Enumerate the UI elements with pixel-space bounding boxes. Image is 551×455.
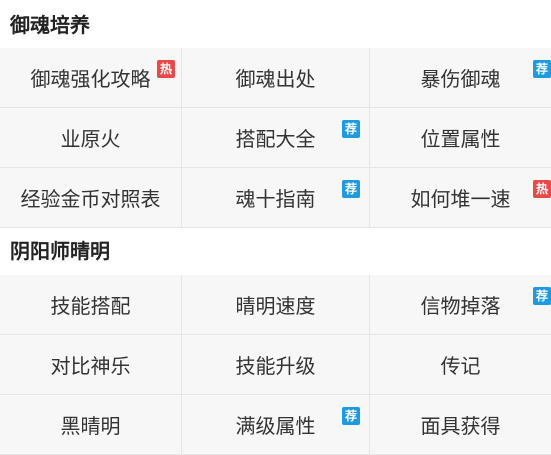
guide-grid-yuhun: 御魂强化攻略热御魂出处 暴伤御魂荐业原火 搭配大全荐位置属性 经验金币对照表 魂十指南荐…	[0, 48, 551, 228]
guide-link-label: 对比神乐	[50, 354, 131, 378]
guide-link[interactable]: 搭配大全 荐	[182, 108, 370, 168]
guide-link-label: 搭配大全	[235, 127, 316, 151]
guide-link[interactable]: 黑晴明	[0, 395, 182, 455]
guide-link-label: 信物掉落	[420, 294, 501, 318]
guide-link-label: 晴明速度	[235, 294, 316, 318]
guide-link-label: 传记	[440, 354, 481, 378]
guide-link[interactable]: 晴明速度	[182, 275, 370, 335]
guide-link-label: 满级属性	[235, 414, 316, 438]
guide-link[interactable]: 位置属性	[370, 108, 551, 168]
guide-link[interactable]: 技能升级	[182, 335, 370, 395]
guide-link[interactable]: 面具获得	[370, 395, 551, 455]
guide-link-label: 技能搭配	[50, 294, 131, 318]
guide-link[interactable]: 经验金币对照表	[0, 168, 182, 228]
guide-link[interactable]: 业原火	[0, 108, 182, 168]
guide-link-label: 位置属性	[420, 127, 501, 151]
hot-badge: 热	[157, 60, 175, 78]
guide-link[interactable]: 信物掉落 荐	[370, 275, 551, 335]
guide-link-label: 业原火	[60, 127, 121, 151]
guide-link[interactable]: 对比神乐	[0, 335, 182, 395]
recommend-badge: 荐	[533, 287, 551, 305]
guide-link[interactable]: 传记	[370, 335, 551, 395]
guide-link-label: 暴伤御魂	[420, 67, 501, 91]
guide-link[interactable]: 如何堆一速 热	[370, 168, 551, 228]
recommend-badge: 荐	[342, 180, 360, 198]
guide-link[interactable]: 御魂出处	[182, 48, 370, 108]
guide-link-label: 御魂强化攻略	[30, 67, 151, 91]
recommend-badge: 荐	[342, 120, 360, 138]
guide-link[interactable]: 御魂强化攻略热	[0, 48, 182, 108]
guide-link-label: 黑晴明	[60, 414, 121, 438]
recommend-badge: 荐	[342, 407, 360, 425]
guide-link[interactable]: 满级属性 荐	[182, 395, 370, 455]
guide-link-label: 御魂出处	[235, 67, 316, 91]
guide-link-label: 面具获得	[420, 414, 501, 438]
guide-link-label: 经验金币对照表	[20, 187, 161, 211]
guide-link[interactable]: 技能搭配	[0, 275, 182, 335]
guide-link[interactable]: 魂十指南 荐	[182, 168, 370, 228]
guide-grid-seimei: 技能搭配 晴明速度 信物掉落荐对比神乐 技能升级 传记 黑晴明 满级属性荐面具获得	[0, 275, 551, 455]
guide-link-label: 魂十指南	[235, 187, 316, 211]
guide-link[interactable]: 暴伤御魂 荐	[370, 48, 551, 108]
section-title-yuhun: 御魂培养	[10, 13, 90, 37]
recommend-badge: 荐	[533, 60, 551, 78]
section-title-seimei: 阴阳师晴明	[10, 239, 110, 263]
hot-badge: 热	[533, 180, 551, 198]
guide-link-label: 如何堆一速	[410, 187, 511, 211]
guide-link-label: 技能升级	[235, 354, 316, 378]
